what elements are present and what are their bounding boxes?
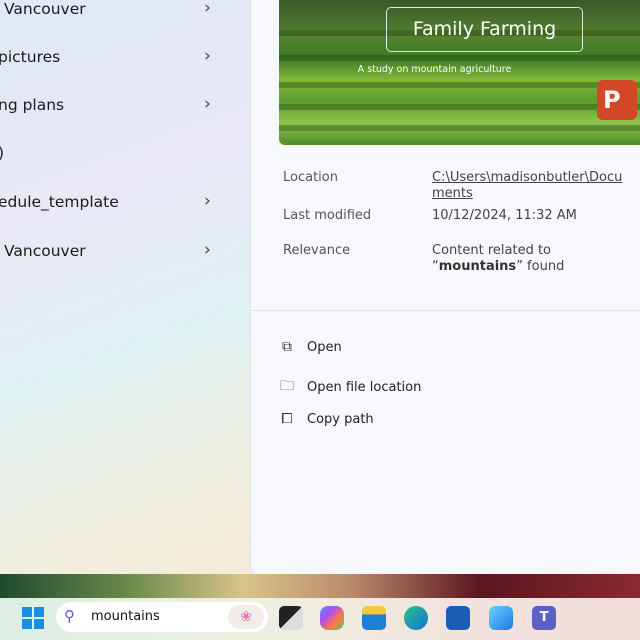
location-link[interactable]: C:\Users\madisonbutler\Documents [432, 170, 622, 201]
result-label: Vancouver [4, 242, 86, 260]
taskbar: ⚲ mountains ❀ T [0, 598, 640, 640]
start-button[interactable] [22, 607, 44, 629]
copy-path-label: Copy path [307, 411, 374, 427]
result-item[interactable]: Vancouver › [0, 0, 240, 26]
chevron-right-icon[interactable]: › [204, 191, 211, 211]
copilot-icon[interactable] [320, 606, 344, 630]
preview-pane: Family Farming A study on mountain agric… [250, 0, 640, 574]
open-file-location-label: Open file location [307, 379, 422, 395]
relevance-label: Relevance [283, 243, 351, 258]
modified-value: 10/12/2024, 11:32 AM [432, 208, 577, 223]
result-item[interactable]: ng plans › [0, 92, 240, 122]
result-item[interactable]: ) [0, 140, 240, 170]
lotus-icon[interactable]: ❀ [228, 605, 264, 629]
open-file-location-button[interactable]: 🗀 Open file location [279, 375, 421, 399]
chevron-right-icon[interactable]: › [204, 46, 211, 66]
result-label: edule_template [0, 193, 119, 211]
chevron-right-icon[interactable]: › [204, 94, 211, 114]
bing-icon[interactable] [489, 606, 513, 630]
edge-icon[interactable] [404, 606, 428, 630]
relevance-value: Content related to “mountains” found [432, 243, 632, 275]
result-item[interactable]: pictures › [0, 44, 240, 74]
modified-label: Last modified [283, 208, 372, 223]
search-results-list: Vancouver › pictures › ng plans › ) edule_t… [0, 0, 250, 575]
result-label: Vancouver [4, 0, 86, 18]
teams-icon[interactable]: T [532, 606, 556, 630]
result-label: ng plans [0, 96, 65, 114]
powerpoint-icon: P [597, 80, 637, 120]
result-item[interactable]: edule_template › [0, 189, 240, 219]
copy-icon: ⧠ [281, 411, 293, 427]
search-icon: ⚲ [64, 607, 75, 625]
desktop-wallpaper [0, 574, 640, 599]
chevron-right-icon[interactable]: › [204, 240, 211, 260]
store-icon[interactable] [446, 606, 470, 630]
open-external-icon: ⧉ [282, 339, 292, 355]
taskbar-search-box[interactable]: ⚲ mountains ❀ [56, 602, 268, 632]
chevron-right-icon[interactable]: › [204, 0, 211, 18]
file-explorer-icon[interactable] [362, 606, 386, 630]
slide-title: Family Farming [386, 7, 583, 52]
divider [251, 310, 640, 311]
result-item[interactable]: Vancouver › [0, 238, 240, 268]
search-query: mountains [91, 609, 160, 624]
relevance-term: mountains [438, 259, 517, 274]
file-thumbnail[interactable]: Family Farming A study on mountain agric… [279, 0, 640, 145]
task-view-icon[interactable] [279, 606, 303, 630]
slide-subtitle: A study on mountain agriculture [357, 64, 512, 75]
result-label: ) [0, 144, 4, 162]
open-button[interactable]: ⧉ Open [279, 339, 342, 355]
folder-icon: 🗀 [280, 378, 294, 394]
copy-path-button[interactable]: ⧠ Copy path [279, 411, 374, 427]
open-label: Open [307, 339, 342, 355]
location-label: Location [283, 170, 338, 185]
result-label: pictures [0, 48, 61, 66]
relevance-suffix: ” found [516, 259, 565, 274]
